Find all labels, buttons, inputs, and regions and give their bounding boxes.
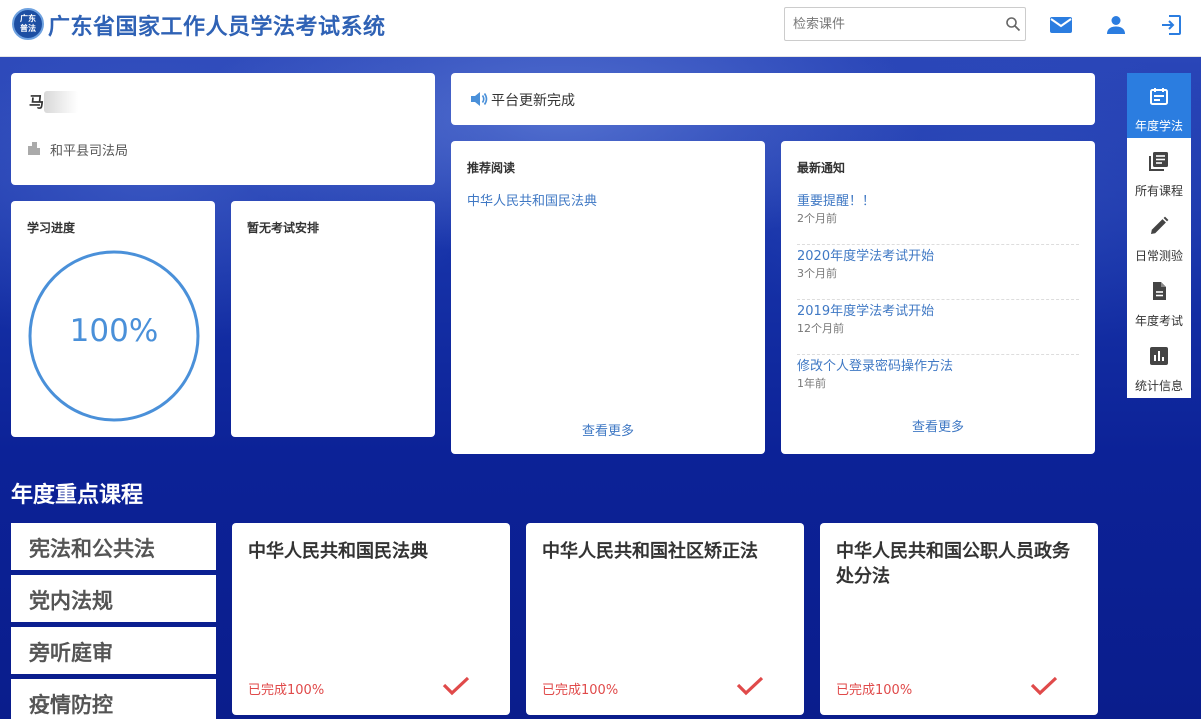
site-title[interactable]: 广东省国家工作人员学法考试系统 xyxy=(48,9,386,41)
nav-label: 年度考试 xyxy=(1134,314,1183,328)
category-label: 党内法规 xyxy=(29,589,113,613)
notice-item-time: 3个月前 xyxy=(797,267,837,280)
announcement-bar: 平台更新完成 xyxy=(451,73,1095,125)
progress-title: 学习进度 xyxy=(27,221,76,235)
notice-item-title[interactable]: 2019年度学法考试开始 xyxy=(797,300,934,319)
speaker-icon xyxy=(471,92,488,106)
category-tab[interactable]: 宪法和公共法 xyxy=(11,523,216,570)
logout-icon[interactable] xyxy=(1159,13,1183,37)
notice-title: 最新通知 xyxy=(797,161,846,175)
category-tab[interactable]: 旁听庭审 xyxy=(11,627,216,674)
course-card[interactable]: 中华人民共和国公职人员政务处分法 已完成100% xyxy=(820,523,1098,715)
category-label: 旁听庭审 xyxy=(29,641,113,665)
course-card[interactable]: 中华人民共和国社区矫正法 已完成100% xyxy=(526,523,804,715)
notice-item-time: 2个月前 xyxy=(797,212,837,225)
exam-title: 暂无考试安排 xyxy=(247,221,320,235)
notice-item-time: 1年前 xyxy=(797,377,826,390)
user-name-blur xyxy=(44,91,78,113)
category-tab[interactable]: 疫情防控 xyxy=(11,679,216,719)
course-title[interactable]: 中华人民共和国公职人员政务处分法 xyxy=(836,539,1086,589)
top-header: 广东 普法 广东省国家工作人员学法考试系统 xyxy=(0,0,1201,57)
search-input[interactable] xyxy=(793,9,993,39)
nav-item-annual-exam[interactable]: 年度考试 xyxy=(1127,268,1191,333)
nav-item-annual-study[interactable]: 年度学法 xyxy=(1127,73,1191,138)
site-logo[interactable]: 广东 普法 xyxy=(12,8,44,40)
category-label: 疫情防控 xyxy=(29,693,113,717)
progress-card: 学习进度 100% xyxy=(11,201,215,437)
announcement-text[interactable]: 平台更新完成 xyxy=(491,90,575,110)
notice-more-link[interactable]: 查看更多 xyxy=(781,416,1095,435)
checkmark-icon xyxy=(1030,676,1058,696)
notice-item-title[interactable]: 2020年度学法考试开始 xyxy=(797,245,934,264)
checkmark-icon xyxy=(736,676,764,696)
search-icon[interactable] xyxy=(1005,16,1021,32)
section-title: 年度重点课程 xyxy=(11,483,144,508)
search-box[interactable] xyxy=(784,7,1026,41)
course-title[interactable]: 中华人民共和国社区矫正法 xyxy=(542,539,792,564)
reading-item[interactable]: 中华人民共和国民法典 xyxy=(467,190,597,209)
course-status: 已完成100% xyxy=(542,683,619,698)
notice-item[interactable]: 修改个人登录密码操作方法 1年前 xyxy=(797,355,1079,410)
notice-card: 最新通知 重要提醒！！ 2个月前 2020年度学法考试开始 3个月前 2019年… xyxy=(781,141,1095,454)
course-status: 已完成100% xyxy=(248,683,325,698)
course-status: 已完成100% xyxy=(836,683,913,698)
org-name: 和平县司法局 xyxy=(50,144,129,159)
mail-icon[interactable] xyxy=(1049,13,1073,37)
reading-title: 推荐阅读 xyxy=(467,161,516,175)
nav-label: 日常测验 xyxy=(1134,249,1183,263)
reading-more-link[interactable]: 查看更多 xyxy=(451,420,765,439)
user-icon[interactable] xyxy=(1104,13,1128,37)
pencil-icon xyxy=(1151,216,1169,234)
notice-item[interactable]: 重要提醒！！ 2个月前 xyxy=(797,190,1079,245)
notice-item-time: 12个月前 xyxy=(797,322,844,335)
nav-item-all-courses[interactable]: 所有课程 xyxy=(1127,138,1191,203)
notice-item[interactable]: 2020年度学法考试开始 3个月前 xyxy=(797,245,1079,300)
side-nav: 年度学法 所有课程 日常测验 年度考试 统计信息 xyxy=(1127,73,1191,398)
nav-label: 年度学法 xyxy=(1134,119,1183,133)
nav-item-daily-quiz[interactable]: 日常测验 xyxy=(1127,203,1191,268)
bar-chart-icon xyxy=(1150,347,1168,365)
building-icon xyxy=(28,142,40,155)
course-title[interactable]: 中华人民共和国民法典 xyxy=(248,539,498,564)
nav-item-statistics[interactable]: 统计信息 xyxy=(1127,333,1191,398)
nav-label: 所有课程 xyxy=(1134,184,1183,198)
checkmark-icon xyxy=(442,676,470,696)
document-icon xyxy=(1153,282,1166,300)
category-label: 宪法和公共法 xyxy=(29,537,155,561)
exam-card: 暂无考试安排 xyxy=(231,201,435,437)
progress-percent: 100% xyxy=(69,313,159,349)
nav-label: 统计信息 xyxy=(1134,379,1183,393)
notice-item-title[interactable]: 修改个人登录密码操作方法 xyxy=(797,355,953,374)
user-name: 马 xyxy=(29,93,45,111)
user-card: 马 和平县司法局 xyxy=(11,73,435,185)
category-tab[interactable]: 党内法规 xyxy=(11,575,216,622)
reading-card: 推荐阅读 中华人民共和国民法典 查看更多 xyxy=(451,141,765,454)
notice-item[interactable]: 2019年度学法考试开始 12个月前 xyxy=(797,300,1079,355)
calendar-icon xyxy=(1150,88,1168,105)
notice-item-title[interactable]: 重要提醒！！ xyxy=(797,190,875,209)
course-card[interactable]: 中华人民共和国民法典 已完成100% xyxy=(232,523,510,715)
library-icon xyxy=(1149,152,1168,171)
